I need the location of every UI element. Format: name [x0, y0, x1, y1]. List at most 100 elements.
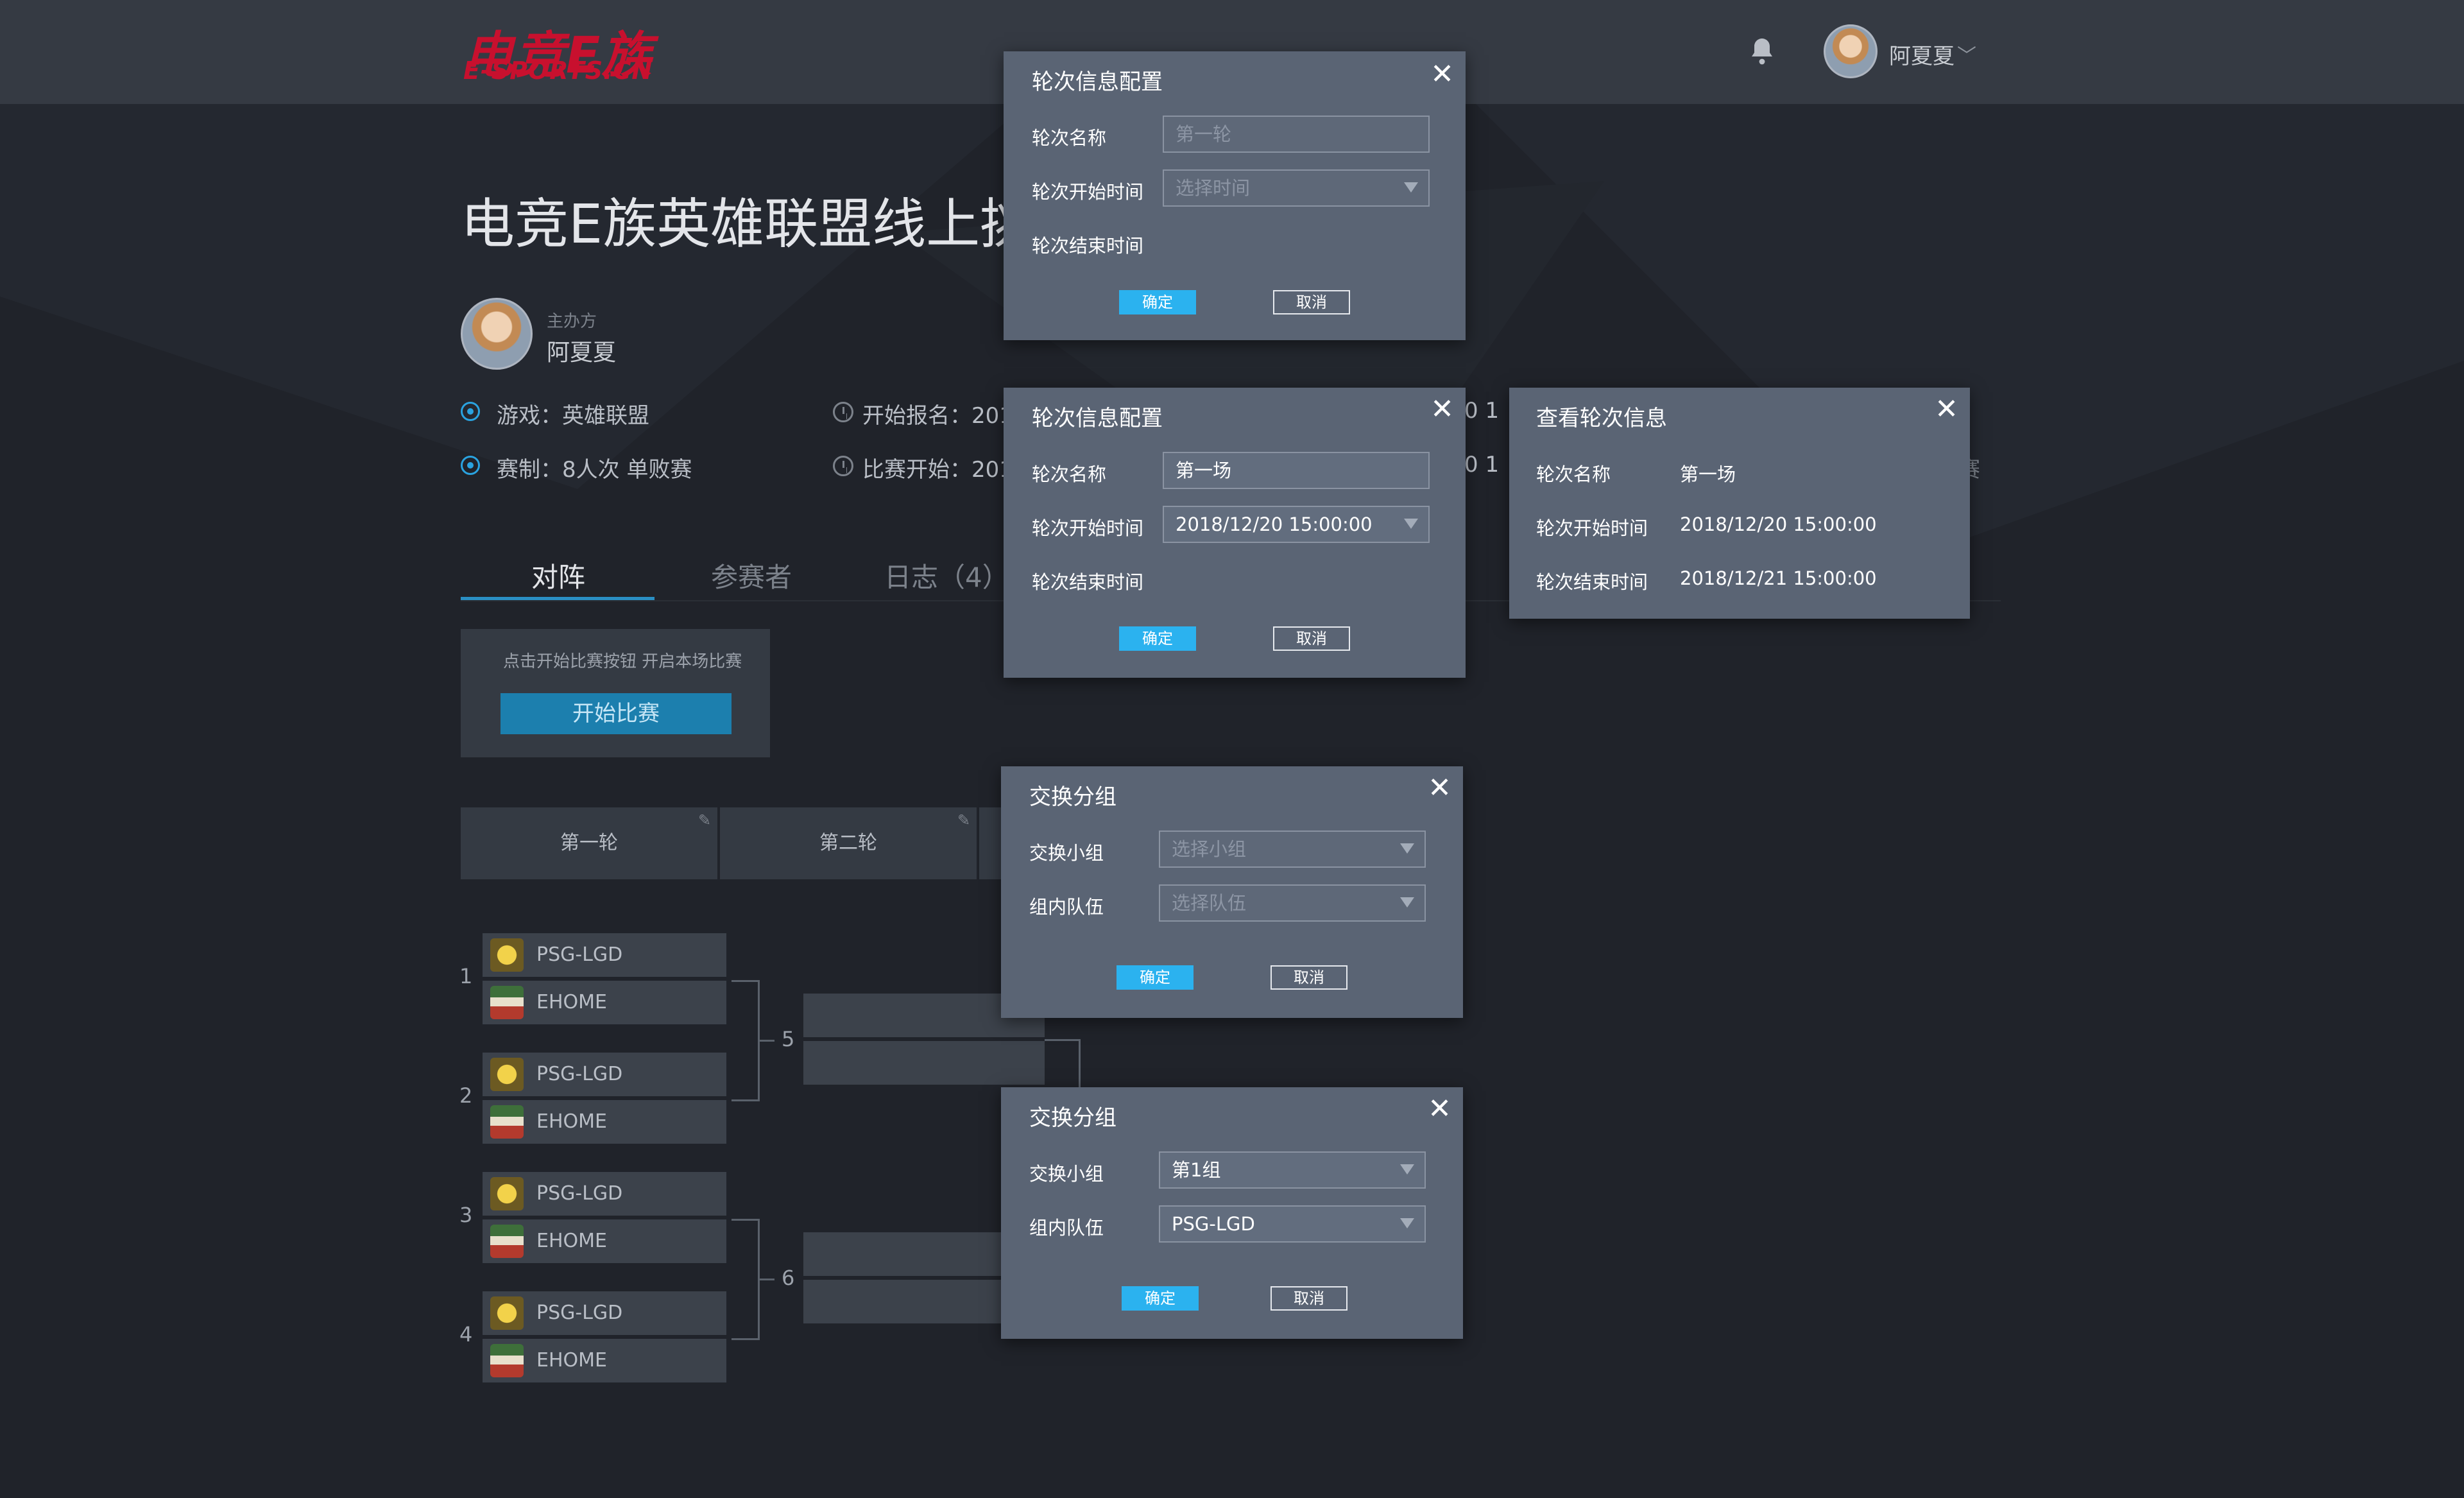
bracket-line [732, 1338, 760, 1340]
team-slot[interactable] [803, 1041, 1045, 1085]
round-end-label: 轮次结束时间 [1536, 571, 1648, 593]
round-start-select[interactable]: 选择时间 [1163, 169, 1430, 207]
cancel-button[interactable]: 取消 [1270, 965, 1348, 990]
close-icon[interactable]: ✕ [1935, 395, 1958, 424]
confirm-button[interactable]: 确定 [1119, 290, 1196, 314]
game-info: 游戏：英雄联盟 [497, 403, 649, 429]
team-name: PSG-LGD [536, 1182, 623, 1205]
close-icon[interactable]: ✕ [1430, 60, 1454, 89]
team-name: PSG-LGD [536, 1063, 623, 1085]
edit-icon[interactable]: ✎ [957, 811, 970, 829]
bracket-line [732, 980, 760, 982]
caret-down-icon [1404, 182, 1418, 193]
caret-down-icon [1400, 843, 1414, 854]
team-slot[interactable]: PSG-LGD [483, 933, 726, 977]
team-slot[interactable]: PSG-LGD [483, 1291, 726, 1335]
bell-icon[interactable] [1747, 36, 1777, 67]
team-logo-icon [490, 1058, 524, 1091]
dialog-title: 轮次信息配置 [1032, 406, 1163, 431]
swap-group-select[interactable]: 选择小组 [1159, 831, 1426, 868]
tab-logs[interactable]: 日志（4） [884, 556, 1009, 595]
tab-matchups[interactable]: 对阵 [531, 556, 585, 595]
cancel-button[interactable]: 取消 [1273, 626, 1350, 651]
team-slot[interactable]: EHOME [483, 1100, 726, 1144]
active-tab-indicator [461, 597, 654, 600]
team-slot[interactable]: EHOME [483, 1219, 726, 1263]
swap-group-label: 交换小组 [1029, 842, 1104, 864]
format-radio-icon [461, 456, 480, 475]
cancel-button[interactable]: 取消 [1273, 290, 1350, 314]
edit-icon[interactable]: ✎ [698, 811, 711, 829]
swap-group-select[interactable]: 第1组 [1159, 1151, 1426, 1189]
team-name: PSG-LGD [536, 943, 623, 966]
confirm-button[interactable]: 确定 [1122, 1286, 1199, 1311]
team-name: EHOME [536, 1230, 607, 1252]
group-team-select[interactable]: PSG-LGD [1159, 1205, 1426, 1243]
match-start-time: 比赛开始：201 [862, 457, 1013, 483]
team-logo-icon [490, 986, 524, 1019]
cancel-button[interactable]: 取消 [1270, 1286, 1348, 1311]
round-name-input[interactable]: 第一轮 [1163, 116, 1430, 153]
organizer-name: 阿夏夏 [547, 340, 617, 366]
swap-group-dialog: 交换分组 ✕ 交换小组 选择小组 组内队伍 选择队伍 确定 取消 [1001, 766, 1463, 1018]
team-logo-icon [490, 938, 524, 972]
user-avatar[interactable] [1824, 24, 1878, 78]
user-name[interactable]: 阿夏夏 [1889, 39, 1955, 70]
caret-down-icon [1400, 1164, 1414, 1175]
round-end-label: 轮次结束时间 [1032, 235, 1144, 257]
close-icon[interactable]: ✕ [1428, 774, 1451, 802]
round-header-1[interactable]: 第一轮 [461, 807, 717, 879]
dialog-title: 查看轮次信息 [1536, 406, 1667, 431]
match-number: 4 [459, 1322, 473, 1347]
round-start-select[interactable]: 2018/12/20 15:00:00 [1163, 506, 1430, 543]
round-start-placeholder: 选择时间 [1176, 177, 1251, 199]
confirm-button[interactable]: 确定 [1116, 965, 1194, 990]
page-title: 电竞E族英雄联盟线上挑 [461, 193, 1034, 255]
swap-group-placeholder: 选择小组 [1172, 838, 1247, 860]
team-logo-icon [490, 1225, 524, 1258]
confirm-button[interactable]: 确定 [1119, 626, 1196, 651]
round-start-label: 轮次开始时间 [1032, 517, 1144, 539]
match-number: 3 [459, 1203, 473, 1227]
format-info: 赛制：8人次 单败赛 [497, 457, 692, 483]
match-number: 2 [459, 1083, 473, 1108]
bracket-line [732, 1099, 760, 1101]
team-slot[interactable]: PSG-LGD [483, 1172, 726, 1216]
clock-icon [833, 402, 853, 422]
team-name: EHOME [536, 1349, 607, 1372]
team-logo-icon [490, 1344, 524, 1377]
group-team-placeholder: 选择队伍 [1172, 892, 1247, 914]
round-name-input[interactable]: 第一场 [1163, 452, 1430, 489]
team-slot[interactable]: EHOME [483, 1339, 726, 1382]
dialog-title: 轮次信息配置 [1032, 69, 1163, 95]
group-team-value: PSG-LGD [1172, 1213, 1255, 1235]
tab-participants[interactable]: 参赛者 [711, 556, 792, 595]
swap-group-value: 第1组 [1172, 1159, 1221, 1181]
start-hint: 点击开始比赛按钮 开启本场比赛 [503, 652, 742, 671]
round-name-value: 第一场 [1680, 463, 1736, 485]
match-number: 6 [782, 1266, 795, 1290]
bracket-line [758, 1278, 774, 1280]
start-match-button[interactable]: 开始比赛 [501, 693, 732, 734]
swap-group-dialog: 交换分组 ✕ 交换小组 第1组 组内队伍 PSG-LGD 确定 取消 [1001, 1087, 1463, 1339]
round-name-label: 轮次名称 [1536, 463, 1611, 485]
chevron-down-icon[interactable]: ﹀ [1957, 40, 1976, 68]
dialog-title: 交换分组 [1029, 1105, 1116, 1131]
team-name: PSG-LGD [536, 1302, 623, 1324]
close-icon[interactable]: ✕ [1430, 395, 1454, 424]
team-slot[interactable]: EHOME [483, 981, 726, 1024]
group-team-label: 组内队伍 [1029, 1217, 1104, 1239]
group-team-select[interactable]: 选择队伍 [1159, 884, 1426, 922]
bracket-line [758, 1040, 774, 1042]
dialog-title: 交换分组 [1029, 784, 1116, 810]
caret-down-icon [1400, 1218, 1414, 1228]
bracket-line [1079, 1039, 1081, 1090]
close-icon[interactable]: ✕ [1428, 1095, 1451, 1123]
match-number: 5 [782, 1027, 795, 1051]
round-header-2[interactable]: 第二轮 [720, 807, 977, 879]
group-team-label: 组内队伍 [1029, 896, 1104, 918]
caret-down-icon [1404, 519, 1418, 529]
round-start-label: 轮次开始时间 [1536, 517, 1648, 539]
round-name-label: 轮次名称 [1032, 127, 1107, 149]
team-slot[interactable]: PSG-LGD [483, 1053, 726, 1096]
